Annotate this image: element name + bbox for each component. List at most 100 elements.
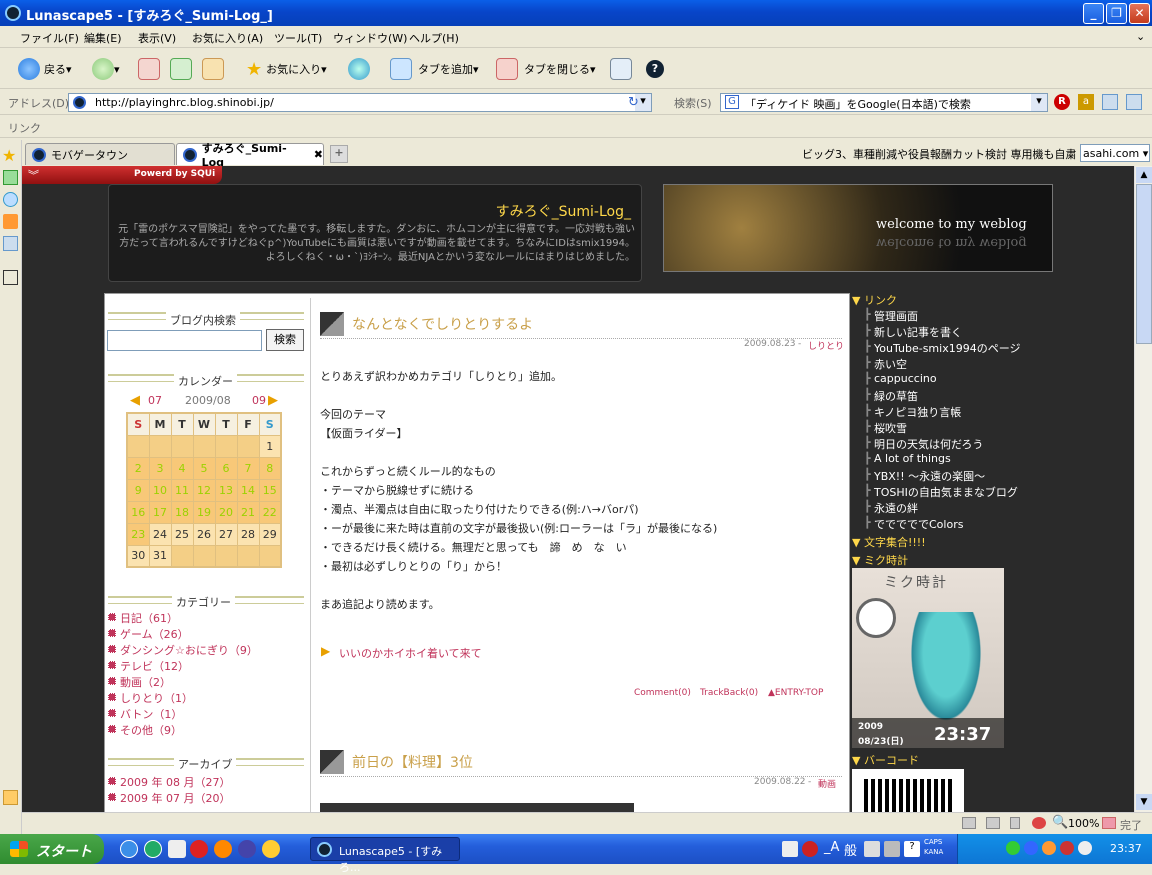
quicklaunch-icon[interactable] bbox=[238, 840, 256, 858]
start-button[interactable]: スタート bbox=[0, 834, 104, 864]
tab-mobage[interactable]: モバゲータウン bbox=[25, 143, 175, 165]
quicklaunch-icon[interactable] bbox=[168, 840, 186, 858]
next-month-link[interactable]: 09 bbox=[252, 394, 266, 407]
category-link[interactable]: その他（9） bbox=[108, 722, 182, 738]
tab-close-icon[interactable]: ✖ bbox=[314, 148, 323, 161]
category-link[interactable]: 日記（61） bbox=[108, 610, 178, 626]
panel-add-icon[interactable] bbox=[3, 790, 18, 805]
moji-heading[interactable]: 文字集合!!!! bbox=[852, 534, 926, 550]
calendar-day[interactable]: 14 bbox=[236, 478, 260, 502]
ie-icon[interactable] bbox=[120, 840, 138, 858]
menu-edit[interactable]: 編集(E) bbox=[84, 30, 122, 46]
zoom-level[interactable]: 100% bbox=[1068, 817, 1099, 830]
sidebar-link[interactable]: A lot of things bbox=[874, 452, 951, 465]
check-icon[interactable] bbox=[3, 170, 18, 185]
category-link[interactable]: バトン（1） bbox=[107, 706, 182, 722]
calendar-day[interactable]: 2 bbox=[126, 456, 150, 480]
calendar-day[interactable]: 3 bbox=[148, 456, 172, 480]
stop-button[interactable] bbox=[138, 57, 160, 81]
category-link[interactable]: ゲーム（26） bbox=[108, 626, 189, 642]
miku-clock-widget[interactable]: ミク時計 2009 08/23(日) 23:37 bbox=[852, 568, 1004, 748]
sidebar-link[interactable]: 明日の天気は何だろう bbox=[874, 436, 983, 452]
search-tool-icon[interactable] bbox=[1102, 94, 1118, 110]
add-tab-button[interactable]: タブを追加 ▾ bbox=[390, 57, 479, 81]
menu-file[interactable]: ファイル(F) bbox=[20, 30, 79, 46]
tv-button[interactable] bbox=[610, 57, 632, 81]
favorites-button[interactable]: ★ お気に入り ▾ bbox=[246, 57, 327, 81]
calendar-day[interactable]: 6 bbox=[214, 456, 238, 480]
vertical-scrollbar[interactable]: ▲ ▼ bbox=[1134, 166, 1152, 812]
calendar-day[interactable]: 16 bbox=[126, 500, 150, 524]
news-source-select[interactable]: asahi.com ▾ bbox=[1080, 144, 1150, 162]
entry-title[interactable]: なんとなくでしりとりするよ bbox=[352, 314, 533, 334]
panel-icon[interactable] bbox=[3, 270, 18, 285]
calendar-day[interactable]: 13 bbox=[214, 478, 238, 502]
reload-button[interactable] bbox=[170, 57, 192, 81]
rakuten-icon[interactable]: R bbox=[1054, 94, 1070, 110]
tray-icon[interactable] bbox=[1006, 841, 1020, 855]
tab-sumilog[interactable]: すみろぐ_Sumi-Log_ ✖ bbox=[176, 142, 324, 169]
blog-search-input[interactable] bbox=[107, 330, 262, 351]
calc-icon[interactable] bbox=[3, 236, 18, 251]
calendar-day[interactable]: 22 bbox=[258, 500, 282, 524]
calendar-day[interactable]: 18 bbox=[170, 500, 194, 524]
next-month-icon[interactable]: ▶ bbox=[268, 393, 278, 408]
history-button[interactable] bbox=[348, 57, 370, 81]
sidebar-link[interactable]: 新しい記事を書く bbox=[874, 324, 962, 340]
search-dropdown-icon[interactable]: ▾ bbox=[1031, 94, 1047, 111]
read-more-link[interactable]: いいのかホイホイ着いて来て bbox=[339, 645, 482, 661]
calendar-day[interactable]: 4 bbox=[170, 456, 194, 480]
scroll-down-icon[interactable]: ▼ bbox=[1136, 794, 1152, 810]
close-tab-button[interactable]: タブを閉じる ▾ bbox=[496, 57, 596, 81]
sidebar-link[interactable]: YBX!! ～永遠の楽園～ bbox=[874, 468, 985, 484]
archive-link[interactable]: 2009 年 07 月（20） bbox=[107, 790, 230, 806]
sidebar-link[interactable]: 緑の草笛 bbox=[874, 388, 918, 404]
entry-category[interactable]: しりとり bbox=[808, 339, 844, 352]
home-button[interactable] bbox=[202, 57, 224, 81]
category-link[interactable]: テレビ（12） bbox=[108, 658, 189, 674]
chevron-down-icon[interactable]: ⌄ bbox=[1136, 30, 1145, 43]
menu-help[interactable]: ヘルプ(H) bbox=[409, 30, 459, 46]
scroll-up-icon[interactable]: ▲ bbox=[1136, 167, 1152, 183]
video-embed[interactable] bbox=[320, 803, 634, 812]
calendar-day[interactable]: 12 bbox=[192, 478, 216, 502]
calendar-day[interactable]: 15 bbox=[258, 478, 282, 502]
menu-view[interactable]: 表示(V) bbox=[138, 30, 176, 46]
maximize-button[interactable]: ❐ bbox=[1106, 3, 1127, 24]
sidebar-link[interactable]: 桜吹雪 bbox=[874, 420, 907, 436]
comment-link[interactable]: Comment(0) bbox=[634, 688, 691, 698]
calendar-day[interactable]: 17 bbox=[148, 500, 172, 524]
sidebar-link[interactable]: 赤い空 bbox=[874, 356, 907, 372]
calendar-day[interactable]: 7 bbox=[236, 456, 260, 480]
prev-month-icon[interactable]: ◀ bbox=[130, 393, 140, 408]
zoom-icon[interactable]: 🔍 bbox=[1052, 815, 1068, 830]
entry-category[interactable]: 動画 bbox=[818, 777, 836, 790]
squi-bar[interactable]: ︾ Powerd by SQUi bbox=[22, 166, 222, 184]
calendar-day[interactable]: 19 bbox=[192, 500, 216, 524]
new-tab-plus-icon[interactable]: + bbox=[330, 145, 348, 163]
minimize-button[interactable]: _ bbox=[1083, 3, 1104, 24]
sidebar-link[interactable]: 管理画面 bbox=[874, 308, 918, 324]
history-panel-icon[interactable] bbox=[3, 192, 18, 207]
blog-title[interactable]: すみろぐ_Sumi-Log_ bbox=[496, 201, 631, 221]
volume-icon[interactable] bbox=[1078, 841, 1092, 855]
quicklaunch-icon[interactable] bbox=[190, 840, 208, 858]
search-settings-icon[interactable] bbox=[1126, 94, 1142, 110]
menu-tools[interactable]: ツール(T) bbox=[274, 30, 322, 46]
forward-button[interactable]: ▾ bbox=[92, 57, 120, 81]
clock[interactable]: 23:37 bbox=[1110, 842, 1142, 855]
sidebar-link[interactable]: YouTube-smix1994のページ bbox=[874, 340, 1021, 356]
help-button[interactable]: ? bbox=[646, 57, 664, 81]
entry-top-link[interactable]: ▲ENTRY-TOP bbox=[768, 688, 823, 698]
search-input[interactable]: G 「ディケイド 映画」をGoogle(日本語)で検索 ▾ bbox=[720, 93, 1048, 112]
favorites-panel-icon[interactable]: ★ bbox=[2, 146, 16, 165]
entry-title[interactable]: 前日の【料理】3位 bbox=[352, 752, 473, 772]
close-button[interactable]: ✕ bbox=[1129, 3, 1150, 24]
category-link[interactable]: ダンシング☆おにぎり（9） bbox=[108, 642, 258, 658]
sidebar-link[interactable]: cappuccino bbox=[874, 372, 937, 385]
refresh-icon[interactable]: ↻ bbox=[628, 95, 639, 110]
prev-month-link[interactable]: 07 bbox=[148, 394, 162, 407]
tray-icon[interactable] bbox=[1024, 841, 1038, 855]
menu-window[interactable]: ウィンドウ(W) bbox=[333, 30, 407, 46]
menu-favorites[interactable]: お気に入り(A) bbox=[192, 30, 263, 46]
